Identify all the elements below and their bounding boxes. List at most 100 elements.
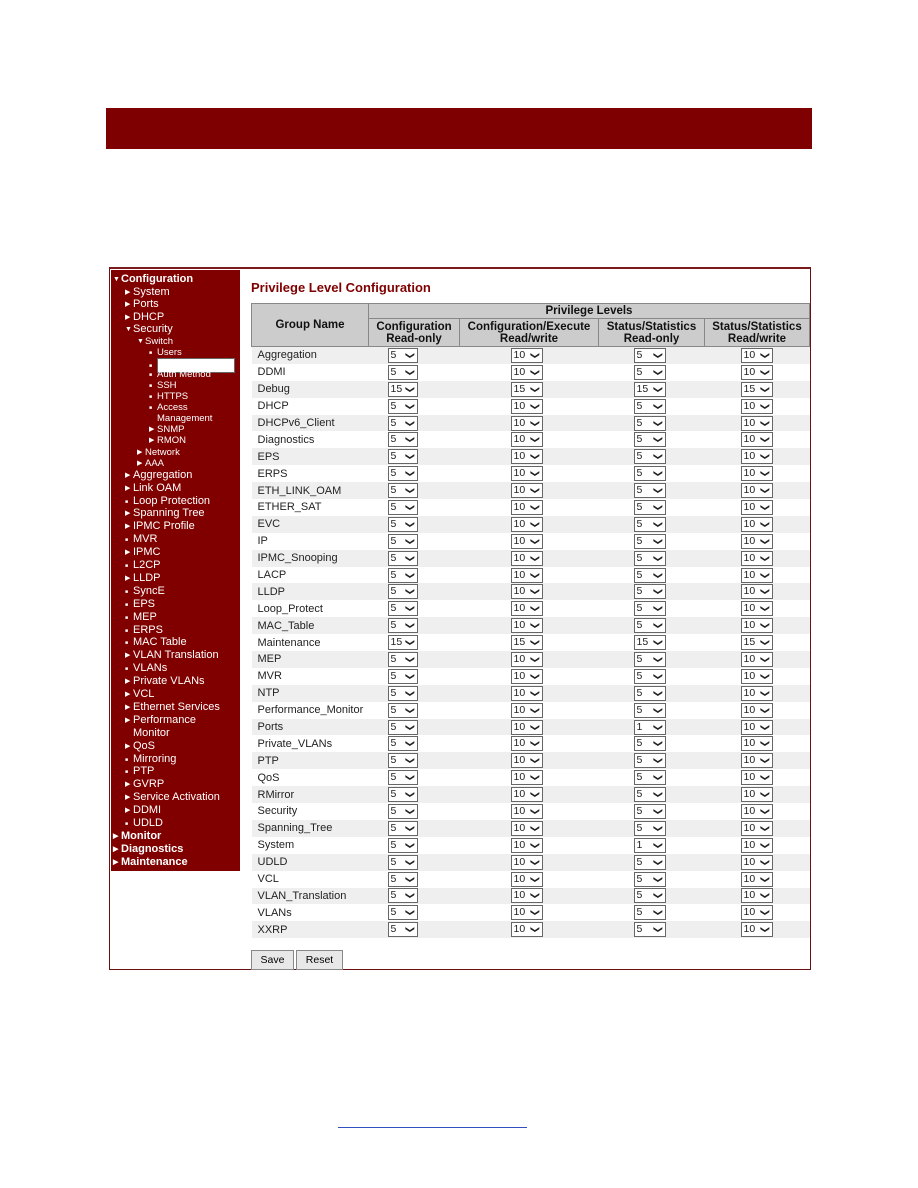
privilege-level-select[interactable]: 10 ❯ [740, 483, 773, 499]
privilege-level-select[interactable]: 5 ❯ [633, 871, 666, 887]
sidebar-item-monitor[interactable]: ▶ Monitor [113, 830, 161, 843]
privilege-level-select[interactable]: 5 ❯ [387, 651, 418, 667]
sidebar-item-aggregation[interactable]: ▶ Aggregation [125, 469, 192, 482]
privilege-level-select[interactable]: 10 ❯ [510, 854, 543, 870]
privilege-level-select[interactable]: 10 ❯ [740, 364, 773, 380]
sidebar-item-ipmc-profile[interactable]: ▶ IPMC Profile [125, 520, 195, 533]
privilege-level-select[interactable]: 15 ❯ [633, 635, 666, 651]
privilege-level-select[interactable]: 5 ❯ [387, 516, 418, 532]
privilege-level-select[interactable]: 5 ❯ [387, 871, 418, 887]
privilege-level-select[interactable]: 15 ❯ [633, 381, 666, 397]
privilege-level-select[interactable]: 5 ❯ [633, 702, 666, 718]
privilege-level-select[interactable]: 5 ❯ [633, 516, 666, 532]
privilege-level-select[interactable]: 5 ❯ [633, 483, 666, 499]
privilege-level-select[interactable]: 5 ❯ [633, 466, 666, 482]
privilege-level-select[interactable]: 10 ❯ [740, 736, 773, 752]
privilege-level-select[interactable]: 10 ❯ [740, 837, 773, 853]
privilege-level-select[interactable]: 10 ❯ [510, 466, 543, 482]
privilege-level-select[interactable]: 10 ❯ [510, 533, 543, 549]
privilege-level-select[interactable]: 5 ❯ [387, 922, 418, 938]
sidebar-item-security[interactable]: ▼Security [125, 323, 173, 336]
sidebar-item-vlans[interactable]: ■ VLANs [125, 662, 167, 675]
privilege-level-select[interactable]: 5 ❯ [633, 601, 666, 617]
sidebar-item-spanning-tree[interactable]: ▶ Spanning Tree [125, 507, 205, 520]
privilege-level-select[interactable]: 10 ❯ [510, 398, 543, 414]
privilege-level-select[interactable]: 15 ❯ [387, 635, 418, 651]
privilege-level-select[interactable]: 5 ❯ [633, 803, 666, 819]
privilege-level-select[interactable]: 10 ❯ [510, 449, 543, 465]
privilege-level-select[interactable]: 5 ❯ [633, 753, 666, 769]
privilege-level-select[interactable]: 10 ❯ [510, 415, 543, 431]
privilege-level-select[interactable]: 10 ❯ [510, 770, 543, 786]
sidebar-item-lldp[interactable]: ▶ LLDP [125, 572, 161, 585]
privilege-level-select[interactable]: 10 ❯ [740, 905, 773, 921]
privilege-level-select[interactable]: 5 ❯ [387, 837, 418, 853]
privilege-level-select[interactable]: 15 ❯ [510, 635, 543, 651]
sidebar-item-maintenance[interactable]: ▶ Maintenance [113, 856, 188, 869]
privilege-level-select[interactable]: 10 ❯ [740, 685, 773, 701]
sidebar-item-dhcp[interactable]: ▶ DHCP [125, 311, 164, 324]
privilege-level-select[interactable]: 5 ❯ [633, 618, 666, 634]
reset-button[interactable]: Reset [296, 950, 343, 970]
privilege-level-select[interactable]: 10 ❯ [510, 736, 543, 752]
sidebar-item-link-oam[interactable]: ▶ Link OAM [125, 482, 181, 495]
privilege-level-select[interactable]: 5 ❯ [387, 499, 418, 515]
privilege-level-select[interactable]: 10 ❯ [740, 415, 773, 431]
privilege-level-select[interactable]: 5 ❯ [387, 364, 418, 380]
privilege-level-select[interactable]: 5 ❯ [633, 820, 666, 836]
privilege-level-select[interactable]: 10 ❯ [510, 550, 543, 566]
sidebar-item-ipmc[interactable]: ▶ IPMC [125, 546, 161, 559]
privilege-level-select[interactable]: 10 ❯ [740, 432, 773, 448]
privilege-level-select[interactable]: 5 ❯ [387, 432, 418, 448]
privilege-level-select[interactable]: 10 ❯ [740, 550, 773, 566]
sidebar-item-synce[interactable]: ■ SyncE [125, 585, 165, 598]
privilege-level-select[interactable]: 5 ❯ [387, 736, 418, 752]
privilege-level-select[interactable]: 5 ❯ [387, 466, 418, 482]
privilege-level-select[interactable]: 10 ❯ [510, 668, 543, 684]
privilege-level-select[interactable]: 10 ❯ [510, 888, 543, 904]
privilege-level-select[interactable]: 5 ❯ [633, 449, 666, 465]
privilege-level-select[interactable]: 10 ❯ [740, 922, 773, 938]
sidebar-item-private-vlans[interactable]: ▶ Private VLANs [125, 675, 205, 688]
privilege-level-select[interactable]: 10 ❯ [740, 601, 773, 617]
privilege-level-select[interactable]: 10 ❯ [510, 820, 543, 836]
sidebar-item-snmp[interactable]: ▶ SNMP [149, 424, 184, 435]
privilege-level-select[interactable]: 10 ❯ [740, 753, 773, 769]
privilege-level-select[interactable]: 10 ❯ [510, 567, 543, 583]
privilege-level-select[interactable]: 10 ❯ [740, 787, 773, 803]
privilege-level-select[interactable]: 5 ❯ [387, 803, 418, 819]
privilege-level-select[interactable]: 1 ❯ [633, 719, 666, 735]
privilege-level-select[interactable]: 10 ❯ [510, 685, 543, 701]
sidebar-item-l2cp[interactable]: ■ L2CP [125, 559, 161, 572]
privilege-level-select[interactable]: 10 ❯ [510, 905, 543, 921]
sidebar-item-ethernet-services[interactable]: ▶ Ethernet Services [125, 701, 220, 714]
sidebar-item-qos[interactable]: ▶ QoS [125, 740, 155, 753]
sidebar-item-performance[interactable]: ▶ Performance [125, 714, 196, 727]
privilege-level-select[interactable]: 5 ❯ [387, 415, 418, 431]
privilege-level-select[interactable]: 5 ❯ [387, 398, 418, 414]
sidebar-item-vcl[interactable]: ▶ VCL [125, 688, 154, 701]
privilege-level-select[interactable]: 5 ❯ [633, 347, 666, 363]
privilege-level-select[interactable]: 10 ❯ [740, 449, 773, 465]
sidebar-item-diagnostics[interactable]: ▶ Diagnostics [113, 843, 183, 856]
sidebar-item-configuration[interactable]: ▼Configuration [113, 273, 193, 286]
privilege-level-select[interactable]: 5 ❯ [387, 483, 418, 499]
privilege-level-select[interactable]: 5 ❯ [387, 449, 418, 465]
privilege-level-select[interactable]: 10 ❯ [740, 871, 773, 887]
privilege-level-select[interactable]: 10 ❯ [740, 398, 773, 414]
sidebar-item-ptp[interactable]: ■ PTP [125, 765, 154, 778]
privilege-level-select[interactable]: 10 ❯ [510, 516, 543, 532]
save-button[interactable]: Save [251, 950, 294, 970]
sidebar-item-mvr[interactable]: ■ MVR [125, 533, 157, 546]
privilege-level-select[interactable]: 5 ❯ [633, 770, 666, 786]
privilege-level-select[interactable]: 10 ❯ [510, 719, 543, 735]
privilege-level-select[interactable]: 5 ❯ [633, 668, 666, 684]
privilege-level-select[interactable]: 10 ❯ [740, 533, 773, 549]
privilege-level-select[interactable]: 5 ❯ [387, 567, 418, 583]
privilege-level-select[interactable]: 10 ❯ [740, 584, 773, 600]
privilege-level-select[interactable]: 10 ❯ [510, 499, 543, 515]
sidebar-item-rmon[interactable]: ▶ RMON [149, 435, 186, 446]
privilege-level-select[interactable]: 5 ❯ [387, 347, 418, 363]
privilege-level-select[interactable]: 5 ❯ [633, 787, 666, 803]
privilege-level-select[interactable]: 5 ❯ [633, 432, 666, 448]
